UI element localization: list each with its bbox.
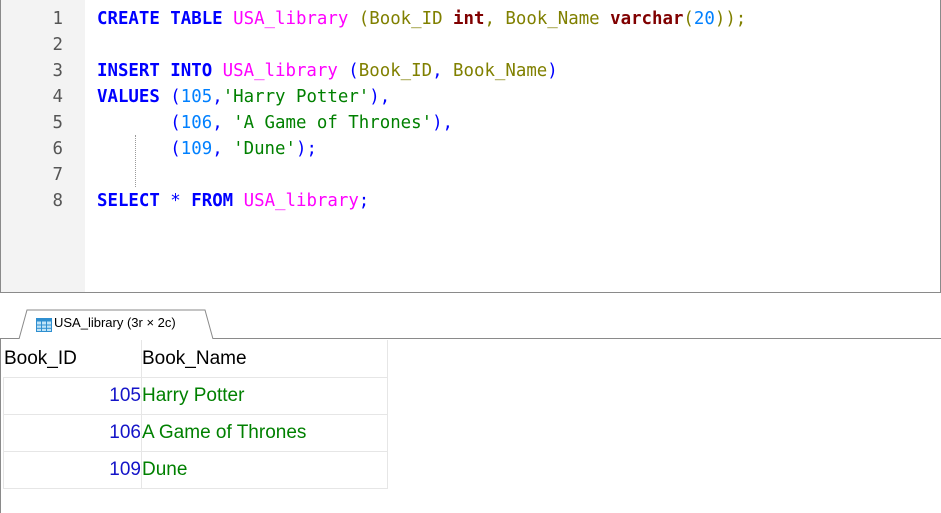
panel-border — [0, 339, 1, 513]
code-token: ), — [369, 87, 391, 107]
line-number: 1 — [52, 9, 63, 29]
code-line-text: SELECT * FROM USA_library; — [97, 188, 369, 214]
code-token: USA_library — [243, 191, 359, 211]
column-header-book-name[interactable]: Book_Name — [141, 340, 388, 378]
code-token: USA_library — [222, 61, 338, 81]
code-line-text: (109, 'Dune'); — [97, 136, 317, 162]
cell-book-id[interactable]: 105 — [3, 377, 142, 415]
code-token: ); — [295, 139, 317, 159]
indent-guide — [135, 135, 136, 187]
code-token: , — [212, 87, 223, 107]
line-number: 6 — [52, 139, 63, 159]
grid-header-row: Book_ID Book_Name — [3, 340, 388, 378]
code-token: ( — [97, 113, 181, 133]
sql-editor[interactable]: 1 CREATE TABLE USA_library (Book_ID int, … — [0, 0, 941, 293]
table-grid-icon — [36, 318, 52, 332]
code-line-text: (106, 'A Game of Thrones'), — [97, 110, 453, 136]
code-token: ), — [432, 113, 454, 133]
code-token: 105 — [180, 87, 213, 107]
cell-book-id[interactable]: 106 — [3, 414, 142, 452]
code-token: FROM — [191, 191, 234, 211]
code-token: Book_Name — [453, 61, 548, 81]
code-token: varchar — [610, 9, 684, 29]
code-token: Book_Name — [505, 9, 600, 29]
code-token: ( — [159, 87, 181, 107]
code-token: VALUES — [97, 87, 160, 107]
result-tab[interactable]: USA_library (3r × 2c) — [18, 309, 218, 339]
result-tab-label: USA_library (3r × 2c) — [54, 315, 176, 330]
code-token: USA_library — [233, 9, 349, 29]
code-token: SELECT — [97, 191, 160, 211]
code-token: * — [159, 191, 192, 211]
code-token: ( — [348, 9, 370, 29]
cell-book-name[interactable]: Harry Potter — [141, 377, 388, 415]
code-token: 20 — [693, 9, 715, 29]
code-token: , — [484, 9, 506, 29]
code-token: ( — [337, 61, 359, 81]
result-grid[interactable]: Book_ID Book_Name 105 Harry Potter 106 A… — [3, 340, 388, 489]
code-token: 'Dune' — [233, 139, 296, 159]
result-grid-panel[interactable]: Book_ID Book_Name 105 Harry Potter 106 A… — [0, 339, 941, 513]
code-token: ( — [683, 9, 694, 29]
column-header-book-id[interactable]: Book_ID — [3, 340, 142, 378]
code-token: Book_ID — [358, 61, 433, 81]
table-row[interactable]: 105 Harry Potter — [3, 377, 388, 415]
cell-book-name[interactable]: A Game of Thrones — [141, 414, 388, 452]
line-number: 8 — [52, 191, 63, 211]
code-line-text: VALUES (105,'Harry Potter'), — [97, 84, 390, 110]
line-number: 3 — [52, 61, 63, 81]
cell-book-name[interactable]: Dune — [141, 451, 388, 489]
code-token: ( — [97, 139, 181, 159]
code-token: ; — [358, 191, 370, 211]
code-token: CREATE TABLE — [97, 9, 223, 29]
result-tab-bar: USA_library (3r × 2c) — [0, 306, 941, 339]
code-token: ) — [547, 61, 558, 81]
code-token: int — [453, 9, 485, 29]
table-row[interactable]: 106 A Game of Thrones — [3, 414, 388, 452]
code-line-text: INSERT INTO USA_library (Book_ID, Book_N… — [97, 58, 558, 84]
code-token: )); — [714, 9, 747, 29]
code-token: , — [212, 139, 234, 159]
code-token: 'Harry Potter' — [222, 87, 370, 107]
line-number: 4 — [52, 87, 63, 107]
code-token: Book_ID — [369, 9, 443, 29]
code-line-text: CREATE TABLE USA_library (Book_ID int, B… — [97, 6, 746, 32]
table-row[interactable]: 109 Dune — [3, 451, 388, 489]
code-token: 'A Game of Thrones' — [233, 113, 433, 133]
line-number: 7 — [52, 165, 63, 185]
code-token: INSERT INTO — [97, 61, 213, 81]
code-token: 109 — [180, 139, 213, 159]
code-token: 106 — [180, 113, 213, 133]
code-token: , — [212, 113, 234, 133]
line-number: 2 — [52, 35, 63, 55]
cell-book-id[interactable]: 109 — [3, 451, 142, 489]
line-number: 5 — [52, 113, 63, 133]
code-token: , — [432, 61, 454, 81]
